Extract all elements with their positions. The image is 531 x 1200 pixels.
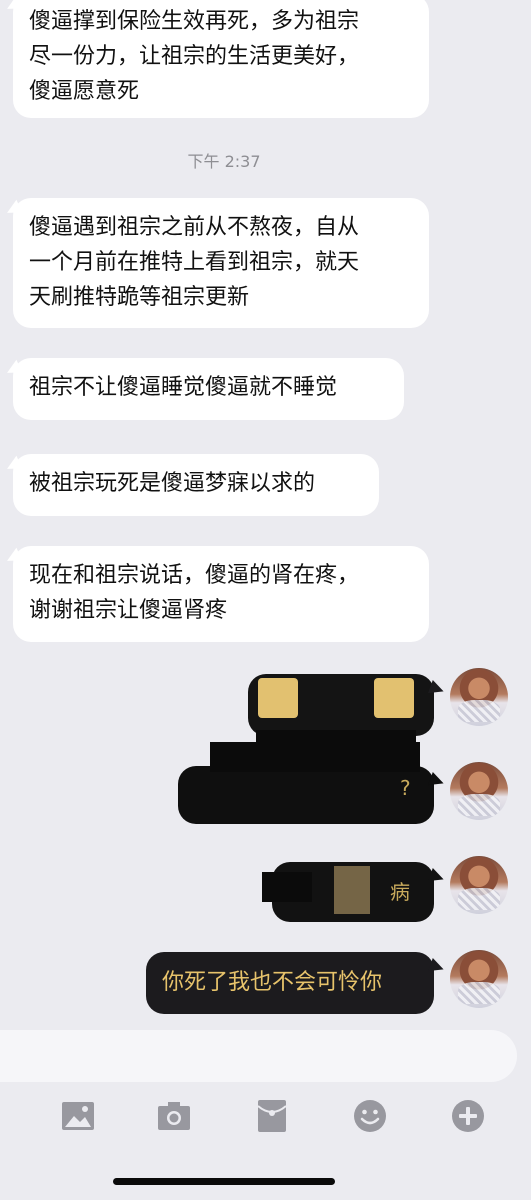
bubble-tail: [428, 868, 446, 886]
incoming-message[interactable]: 傻逼遇到祖宗之前从不熬夜，自从 一个月前在推特上看到祖宗，就天 天刷推特跪等祖宗…: [13, 198, 429, 328]
outgoing-message[interactable]: 你死了我也不会可怜你: [146, 952, 446, 1014]
incoming-message[interactable]: 祖宗不让傻逼睡觉傻逼就不睡觉: [13, 358, 404, 420]
camera-icon[interactable]: [156, 1098, 192, 1134]
partial-text: ?: [400, 776, 411, 800]
message-input[interactable]: [0, 1030, 517, 1082]
message-line: 尽一份力，让祖宗的生活更美好，: [29, 44, 360, 69]
bubble-tail: [428, 772, 446, 790]
message-line: 傻逼遇到祖宗之前从不熬夜，自从: [29, 215, 360, 240]
plus-icon[interactable]: [450, 1098, 486, 1134]
avatar[interactable]: [450, 950, 508, 1008]
incoming-message[interactable]: 傻逼撑到保险生效再死，多为祖宗 尽一份力，让祖宗的生活更美好， 傻逼愿意死: [13, 0, 429, 118]
incoming-message[interactable]: 被祖宗玩死是傻逼梦寐以求的: [13, 454, 379, 516]
incoming-message[interactable]: 现在和祖宗说话，傻逼的肾在疼， 谢谢祖宗让傻逼肾疼: [13, 546, 429, 642]
message-line: 傻逼撑到保险生效再死，多为祖宗: [29, 9, 360, 34]
message-line: 一个月前在推特上看到祖宗，就天: [29, 250, 360, 275]
redaction-mark: [210, 742, 420, 772]
redaction-patch: [334, 866, 370, 914]
outgoing-message-redacted[interactable]: ?: [178, 766, 446, 824]
message-line: 现在和祖宗说话，傻逼的肾在疼，: [29, 563, 360, 588]
partial-text: 病: [390, 880, 410, 904]
outgoing-message-redacted[interactable]: [248, 674, 446, 736]
message-line: 天刷推特跪等祖宗更新: [29, 285, 250, 310]
emoji-icon[interactable]: [352, 1098, 388, 1134]
avatar[interactable]: [450, 762, 508, 820]
red-packet-icon[interactable]: [254, 1098, 290, 1134]
avatar[interactable]: [450, 668, 508, 726]
image-icon[interactable]: [60, 1098, 96, 1134]
bubble-tail: [428, 958, 446, 976]
message-line: 傻逼愿意死: [29, 79, 140, 104]
home-indicator[interactable]: [113, 1178, 335, 1185]
message-text: 你死了我也不会可怜你: [162, 970, 383, 995]
redaction-patch: [258, 678, 298, 718]
redaction-patch: [374, 678, 414, 718]
message-line: 祖宗不让傻逼睡觉傻逼就不睡觉: [29, 375, 338, 400]
avatar[interactable]: [450, 856, 508, 914]
message-line: 被祖宗玩死是傻逼梦寐以求的: [29, 471, 316, 496]
redaction-mark: [262, 872, 312, 902]
message-line: 谢谢祖宗让傻逼肾疼: [29, 598, 228, 623]
bubble-tail: [428, 680, 446, 698]
timestamp: 下午 2:37: [187, 152, 261, 171]
